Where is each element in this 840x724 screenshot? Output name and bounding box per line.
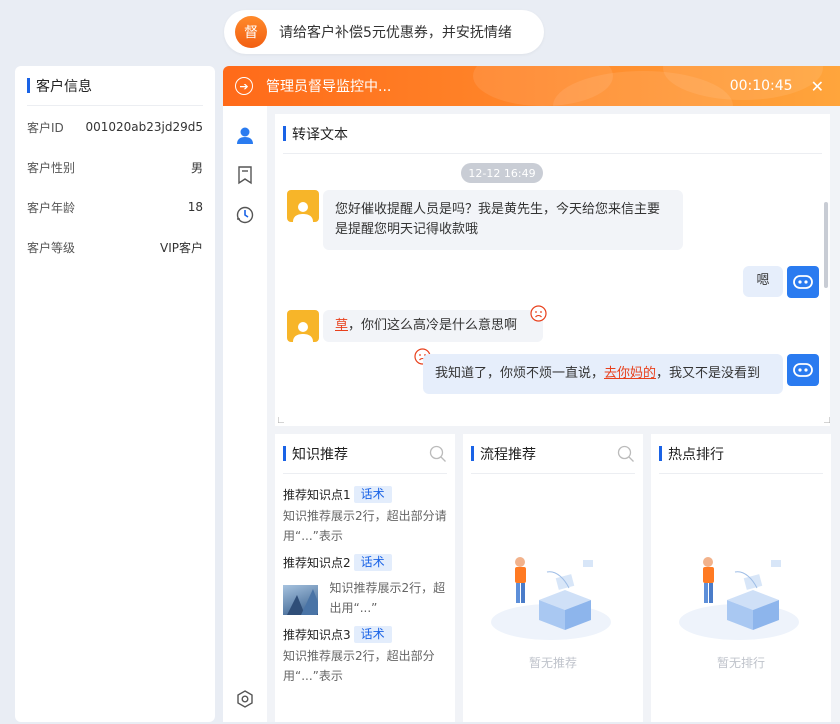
- flagged-word: 草: [335, 318, 349, 333]
- customer-id-value: 001020ab23jd29d5: [85, 120, 203, 134]
- hot-title: 热点排行: [659, 434, 823, 474]
- knowledge-item-text: 知识推荐展示2行，超出部分请用“...”表示: [283, 509, 447, 543]
- monitor-main-panel: ➔ 管理员督导监控中... 00:10:45 ✕ 转译文本 12-12 16:4…: [223, 66, 840, 722]
- call-timer: 00:10:45: [729, 78, 793, 94]
- customer-age-label: 客户年龄: [27, 200, 76, 215]
- empty-state-illustration: [679, 557, 799, 640]
- history-icon[interactable]: [235, 205, 255, 225]
- customer-age-value: 18: [187, 200, 203, 214]
- customer-info-panel: 客户信息 客户ID 001020ab23jd29d5 客户性别 男 客户年龄 1…: [15, 66, 215, 722]
- script-tag: 话术: [353, 626, 392, 643]
- knowledge-title: 知识推荐: [283, 434, 447, 474]
- transcript-heading: 转译文本: [292, 126, 348, 143]
- customer-level-value: VIP客户: [160, 240, 203, 255]
- knowledge-thumbnail: [283, 585, 318, 615]
- title-accent-bar: [283, 126, 286, 141]
- customer-level-row: 客户等级 VIP客户: [27, 227, 203, 267]
- agent-message: 嗯: [743, 266, 783, 297]
- resize-corner-icon: [824, 417, 830, 423]
- process-title: 流程推荐: [471, 434, 635, 474]
- empty-state-illustration: [491, 557, 611, 640]
- message-text: ，你们这么高冷是什么意思啊: [348, 318, 518, 333]
- message-text: ，我又不是没看到: [656, 366, 761, 381]
- customer-age-row: 客户年龄 18: [27, 187, 203, 227]
- customer-gender-label: 客户性别: [27, 160, 76, 175]
- message-text: 我知道了，你烦不烦一直说，: [435, 366, 605, 381]
- icon-rail: [223, 106, 267, 722]
- process-recommend-card: 流程推荐 暂无推荐: [463, 434, 643, 722]
- knowledge-item[interactable]: 推荐知识点1 话术 知识推荐展示2行，超出部分请用“...”表示: [283, 486, 447, 546]
- process-heading: 流程推荐: [480, 446, 536, 463]
- title-accent-bar: [283, 446, 286, 461]
- customer-abusive-message: 草，你们这么高冷是什么意思啊: [323, 310, 543, 342]
- monitor-header: ➔ 管理员督导监控中... 00:10:45 ✕: [223, 66, 840, 106]
- knowledge-item-name: 推荐知识点1: [283, 488, 351, 502]
- transcript-title: 转译文本: [283, 114, 822, 154]
- customer-id-row: 客户ID 001020ab23jd29d5: [27, 107, 203, 147]
- hot-ranking-card: 热点排行 暂无排行: [651, 434, 831, 722]
- knowledge-heading: 知识推荐: [292, 446, 348, 463]
- customer-info-title: 客户信息: [27, 66, 203, 106]
- flagged-word: 去你妈的: [604, 366, 657, 381]
- message-timestamp: 12-12 16:49: [461, 163, 543, 183]
- negative-emotion-icon: [530, 305, 547, 322]
- search-icon[interactable]: [429, 445, 447, 463]
- agent-bot-avatar: [787, 266, 819, 298]
- close-icon[interactable]: ✕: [811, 77, 824, 96]
- resize-corner-icon: [278, 417, 284, 423]
- supervisor-tip: 督 请给客户补偿5元优惠券，并安抚情绪: [224, 10, 544, 54]
- customer-avatar: [287, 190, 319, 222]
- title-accent-bar: [27, 78, 30, 93]
- settings-icon[interactable]: [235, 689, 255, 709]
- transcript-scrollbar[interactable]: [824, 202, 828, 288]
- script-tag: 话术: [353, 486, 392, 503]
- customer-profile-icon[interactable]: [235, 125, 255, 145]
- exit-arrow-icon[interactable]: ➔: [235, 77, 253, 95]
- agent-bot-avatar: [787, 354, 819, 386]
- agent-abusive-message: 我知道了，你烦不烦一直说，去你妈的，我又不是没看到: [423, 354, 783, 394]
- hot-heading: 热点排行: [668, 446, 724, 463]
- knowledge-item-name: 推荐知识点2: [283, 556, 351, 570]
- knowledge-item[interactable]: 推荐知识点3 话术 知识推荐展示2行，超出部分用“...”表示: [283, 626, 447, 686]
- supervisor-badge: 督: [235, 16, 267, 48]
- customer-message: 您好催收提醒人员是吗？我是黄先生，今天给您来信主要是提醒您明天记得收款哦: [323, 190, 683, 250]
- bookmark-icon[interactable]: [235, 165, 255, 185]
- customer-level-label: 客户等级: [27, 240, 76, 255]
- customer-avatar: [287, 310, 319, 342]
- knowledge-item-text: 知识推荐展示2行，超出部分用“...”表示: [283, 649, 435, 683]
- customer-gender-value: 男: [190, 160, 203, 175]
- customer-gender-row: 客户性别 男: [27, 147, 203, 187]
- customer-info-heading: 客户信息: [36, 78, 92, 95]
- script-tag: 话术: [353, 554, 392, 571]
- knowledge-item[interactable]: 推荐知识点2 话术 知识推荐展示2行，超出用“...”: [283, 554, 447, 618]
- empty-state-text: 暂无排行: [716, 656, 765, 670]
- knowledge-item-text: 知识推荐展示2行，超出用“...”: [329, 581, 446, 615]
- supervisor-tip-text: 请给客户补偿5元优惠券，并安抚情绪: [279, 25, 512, 41]
- search-icon[interactable]: [617, 445, 635, 463]
- title-accent-bar: [471, 446, 474, 461]
- customer-id-label: 客户ID: [27, 120, 64, 135]
- title-accent-bar: [659, 446, 662, 461]
- knowledge-recommend-card: 知识推荐 推荐知识点1 话术 知识推荐展示2行，超出部分请用“...”表示 推荐…: [275, 434, 455, 722]
- empty-state-text: 暂无推荐: [528, 656, 577, 670]
- monitor-status-title: 管理员督导监控中...: [266, 79, 392, 95]
- knowledge-item-name: 推荐知识点3: [283, 628, 351, 642]
